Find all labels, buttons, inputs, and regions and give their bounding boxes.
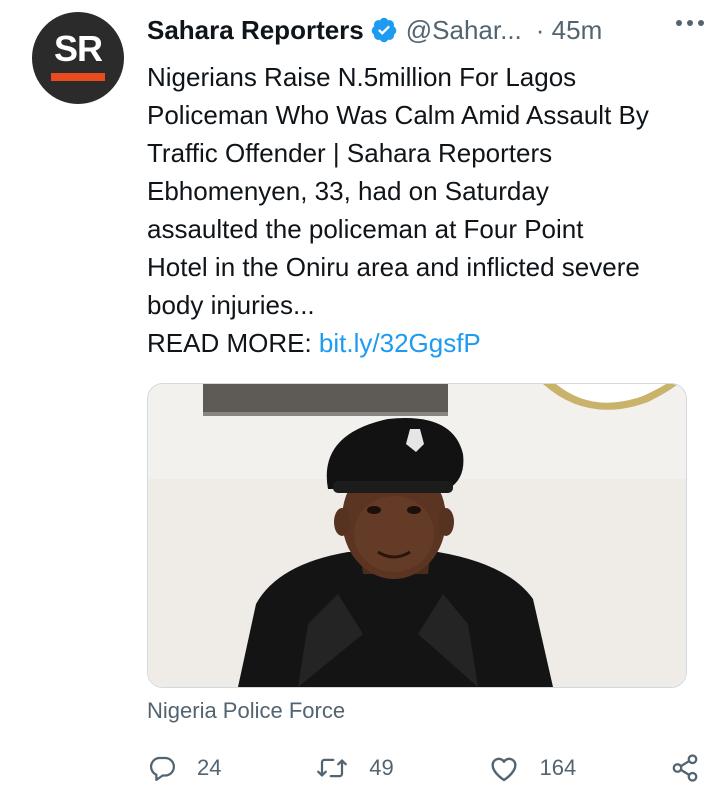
heart-icon xyxy=(488,753,520,783)
share-button[interactable] xyxy=(670,753,700,783)
share-icon xyxy=(670,753,700,783)
link-card-image[interactable] xyxy=(147,383,687,688)
like-button[interactable]: 164 xyxy=(488,753,577,783)
tweet-header: Sahara Reporters @Sahar... · 45m xyxy=(147,10,700,50)
tweet[interactable]: SR Sahara Reporters @Sahar... · 45m Nige… xyxy=(0,0,720,786)
tweet-text: Nigerians Raise N.5million For Lagos Pol… xyxy=(147,58,707,362)
tweet-text-line: Nigerians Raise N.5million For Lagos xyxy=(147,62,577,92)
reply-icon xyxy=(147,753,177,783)
avatar-logo-text: SR xyxy=(53,28,103,69)
avatar-logo-bar xyxy=(51,73,105,81)
like-count: 164 xyxy=(539,755,577,780)
reply-button[interactable]: 24 xyxy=(147,753,221,783)
card-source-label[interactable]: Nigeria Police Force xyxy=(147,698,345,724)
read-more-line: READ MORE: bit.ly/32GgsfP xyxy=(147,324,707,362)
retweet-count: 49 xyxy=(369,755,394,780)
read-more-label: READ MORE: xyxy=(147,328,312,358)
tweet-text-line: body injuries... xyxy=(147,290,315,320)
tweet-text-line: Ebhomenyen, 33, had on Saturday xyxy=(147,176,549,206)
tweet-text-line: Hotel in the Oniru area and inflicted se… xyxy=(147,252,640,282)
retweet-button[interactable]: 49 xyxy=(315,753,394,783)
policeman-photo xyxy=(148,384,686,687)
tweet-text-line: Traffic Offender | Sahara Reporters xyxy=(147,138,553,168)
author-handle[interactable]: @Sahar... xyxy=(406,15,522,46)
more-dots-icon[interactable] xyxy=(670,8,710,38)
author-name[interactable]: Sahara Reporters xyxy=(147,15,364,46)
tweet-text-line: assaulted the policeman at Four Point xyxy=(147,214,584,244)
reply-count: 24 xyxy=(197,755,222,780)
tweet-actions: 24 49 164 xyxy=(147,748,700,786)
tweet-timestamp[interactable]: · 45m xyxy=(536,15,602,46)
retweet-icon xyxy=(315,753,349,783)
verified-badge-icon xyxy=(370,16,398,44)
tweet-text-line: Policeman Who Was Calm Amid Assault By xyxy=(147,100,649,130)
article-link[interactable]: bit.ly/32GgsfP xyxy=(319,328,481,358)
avatar[interactable]: SR xyxy=(32,12,124,104)
